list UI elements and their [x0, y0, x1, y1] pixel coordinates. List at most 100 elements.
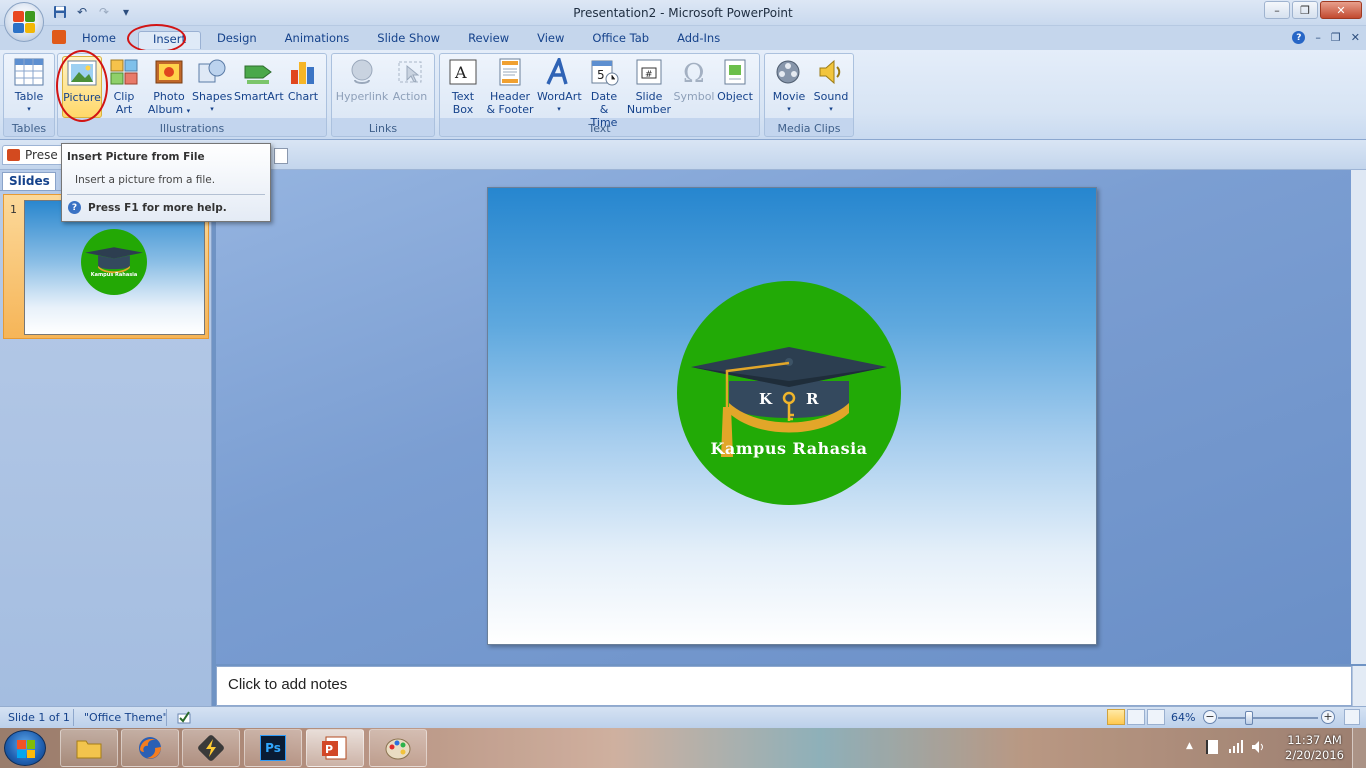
taskbar-app-3[interactable] [182, 729, 240, 767]
action-center-flag-icon[interactable] [1206, 740, 1218, 754]
date-time-button[interactable]: 5 Date & Time [585, 56, 623, 129]
doc-restore-button[interactable]: ❐ [1331, 31, 1341, 44]
doc-close-button[interactable]: ✕ [1351, 31, 1360, 44]
office-button[interactable] [4, 2, 44, 42]
logo-letter-k: K [759, 390, 773, 408]
slide-sorter-view-button[interactable] [1127, 709, 1145, 725]
date-time-icon: 5 [588, 56, 620, 88]
text-box-icon: A [447, 56, 479, 88]
group-text: A Text Box Header & Footer WordArt ▾ 5 D… [439, 53, 760, 137]
group-illustrations: Picture Clip Art Photo Album ▾ Shapes ▾ [57, 53, 327, 137]
title-bar: ↶ ↷ ▾ Presentation2 - Microsoft PowerPoi… [0, 0, 1366, 26]
start-button[interactable] [4, 730, 46, 766]
system-clock[interactable]: 11:37 AM 2/20/2016 [1285, 733, 1344, 763]
smartart-button[interactable]: SmartArt [234, 56, 284, 103]
folder-icon [76, 740, 102, 759]
clip-art-label-1: Clip [113, 90, 135, 103]
chart-icon [287, 56, 319, 88]
symbol-button[interactable]: Ω Symbol [673, 56, 715, 103]
group-label-tables: Tables [11, 122, 47, 135]
tab-home[interactable]: Home [70, 31, 130, 49]
group-tables: Table ▾ Tables [3, 53, 55, 137]
tab-design[interactable]: Design [203, 31, 271, 49]
spell-check-icon[interactable] [176, 709, 192, 728]
logo-text: Kampus Rahasia [710, 439, 868, 458]
wordart-button[interactable]: WordArt ▾ [537, 56, 582, 116]
clock-date: 2/20/2016 [1285, 748, 1344, 762]
hyperlink-button[interactable]: Hyperlink [335, 56, 389, 103]
maximize-button[interactable]: ❐ [1292, 1, 1318, 19]
movie-button[interactable]: Movie ▾ [768, 56, 810, 116]
taskbar-photoshop[interactable]: Ps [244, 729, 302, 767]
thumbnail-logo-text: Kampus Rahasia [90, 272, 138, 278]
photo-album-button[interactable]: Photo Album ▾ [146, 56, 192, 118]
shapes-label: Shapes [192, 90, 233, 103]
group-links: Hyperlink Action Links [331, 53, 435, 137]
slides-tab[interactable]: Slides [2, 172, 56, 190]
tab-add-ins[interactable]: Add-Ins [663, 31, 734, 49]
tooltip-help-text: Press F1 for more help. [88, 201, 227, 214]
document-tab[interactable]: Prese [2, 145, 64, 165]
taskbar-explorer[interactable] [60, 729, 118, 767]
zoom-level[interactable]: 64% [1171, 711, 1195, 724]
kampus-rahasia-logo[interactable]: K R Kampus Rahasia [677, 281, 901, 505]
tab-insert[interactable]: Insert [137, 31, 201, 49]
show-desktop-button[interactable] [1352, 728, 1366, 768]
taskbar-powerpoint[interactable]: P [306, 729, 364, 767]
logo-letter-r: R [806, 390, 819, 408]
network-signal-icon[interactable] [1228, 738, 1244, 757]
windows-logo-icon [17, 740, 35, 758]
insert-picture-tooltip: Insert Picture from File Insert a pictur… [61, 143, 271, 222]
shapes-button[interactable]: Shapes ▾ [192, 56, 232, 116]
doc-minimize-button[interactable]: – [1315, 31, 1321, 44]
shapes-icon [196, 56, 228, 88]
header-footer-button[interactable]: Header & Footer [484, 56, 536, 116]
tray-expand-icon[interactable]: ▲ [1186, 741, 1193, 751]
object-button[interactable]: Object [715, 56, 755, 103]
zoom-slider[interactable] [1218, 717, 1318, 719]
fit-to-window-button[interactable] [1344, 709, 1360, 725]
table-label: Table [14, 90, 44, 103]
tab-office-tab[interactable]: Office Tab [578, 31, 663, 49]
tab-animations[interactable]: Animations [271, 31, 364, 49]
hyperlink-label: Hyperlink [335, 90, 389, 103]
chart-button[interactable]: Chart [284, 56, 322, 103]
minimize-button[interactable]: – [1264, 1, 1290, 19]
help-icon[interactable]: ? [1292, 31, 1306, 44]
slide-number-button[interactable]: # Slide Number [626, 56, 672, 116]
action-button[interactable]: Action [390, 56, 430, 103]
zoom-out-button[interactable]: − [1203, 710, 1217, 724]
taskbar-paint[interactable] [369, 729, 427, 767]
normal-view-button[interactable] [1107, 709, 1125, 725]
picture-button[interactable]: Picture [62, 56, 102, 118]
sound-label: Sound [813, 90, 849, 103]
theme-name: "Office Theme" [84, 711, 168, 724]
tab-review[interactable]: Review [454, 31, 523, 49]
hyperlink-icon [346, 56, 378, 88]
table-button[interactable]: Table ▾ [10, 56, 48, 116]
notes-pane[interactable]: Click to add notes [216, 666, 1352, 706]
clip-art-icon [108, 56, 140, 88]
header-footer-label-2: & Footer [486, 103, 534, 116]
slide-number-icon: # [633, 56, 665, 88]
group-label-text: Text [588, 122, 611, 135]
volume-icon[interactable] [1250, 739, 1266, 758]
sound-button[interactable]: Sound ▾ [811, 56, 851, 116]
slide-show-view-button[interactable] [1147, 709, 1165, 725]
omega-icon: Ω [678, 56, 710, 88]
smartart-icon [242, 56, 274, 88]
vertical-scrollbar[interactable] [1351, 170, 1366, 664]
taskbar-firefox[interactable] [121, 729, 179, 767]
slide-canvas[interactable]: K R Kampus Rahasia [487, 187, 1097, 645]
zoom-slider-thumb[interactable] [1245, 711, 1253, 725]
tab-slide-show[interactable]: Slide Show [363, 31, 454, 49]
new-document-icon[interactable] [274, 148, 288, 164]
zoom-in-button[interactable]: + [1321, 710, 1335, 724]
picture-label: Picture [63, 91, 101, 104]
text-box-button[interactable]: A Text Box [444, 56, 482, 116]
clip-art-button[interactable]: Clip Art [107, 56, 141, 116]
close-button[interactable]: ✕ [1320, 1, 1362, 19]
header-footer-label-1: Header [489, 90, 531, 103]
tab-view[interactable]: View [523, 31, 578, 49]
notes-scrollbar[interactable] [1352, 666, 1366, 706]
